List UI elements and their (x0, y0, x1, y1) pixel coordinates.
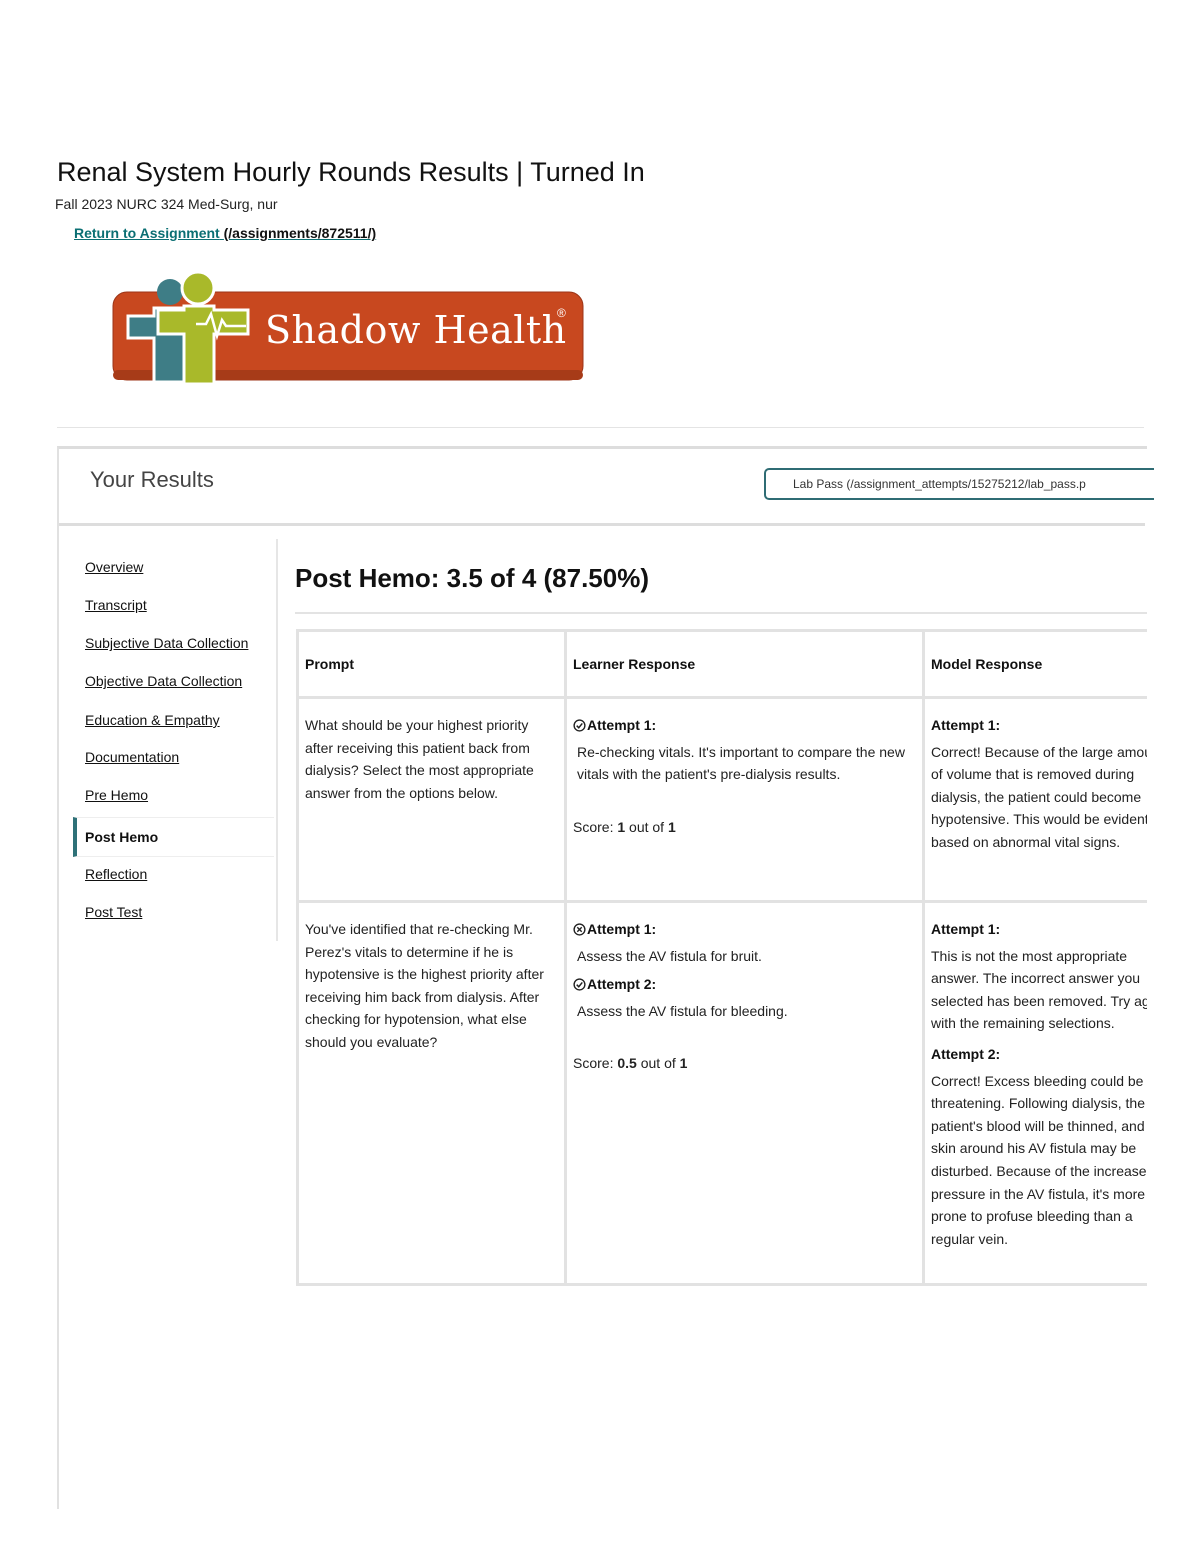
score-prefix: Score: (573, 818, 618, 835)
attempt-label: Attempt 2: (573, 973, 916, 996)
model-response-cell: Attempt 1: Correct! Because of the large… (922, 696, 1147, 903)
nav-item-post-test[interactable]: Post Test (85, 904, 142, 920)
prompt-text: What should be your highest priority aft… (305, 717, 534, 801)
attempt-response-text: Re-checking vitals. It's important to co… (577, 743, 905, 783)
score-prefix: Score: (573, 1055, 618, 1072)
lab-pass-button[interactable]: Lab Pass (/assignment_attempts/15275212/… (764, 468, 1154, 500)
prompt-cell: What should be your highest priority aft… (296, 696, 567, 903)
learner-response-cell: Attempt 1: Assess the AV fistula for bru… (564, 900, 925, 1286)
attempt-label-text: Attempt 2: (587, 976, 657, 993)
attempt-label: Attempt 1: (573, 714, 916, 737)
prompt-text: You've identified that re-checking Mr. P… (305, 921, 544, 1050)
nav-item-reflection[interactable]: Reflection (85, 866, 147, 882)
column-header-model-response: Model Response (922, 629, 1147, 699)
table-row: What should be your highest priority aft… (296, 696, 1147, 903)
return-link-path: (/assignments/872511/) (223, 225, 377, 241)
score-max: 1 (679, 1055, 688, 1072)
your-results-title: Your Results (90, 467, 214, 492)
score-line: Score: 1 out of 1 (573, 816, 916, 839)
course-subtitle: Fall 2023 NURC 324 Med-Surg, nur (55, 196, 278, 212)
nav-item-pre-hemo[interactable]: Pre Hemo (85, 787, 148, 803)
model-attempt-text: Correct! Because of the large amount of … (931, 743, 1147, 850)
results-header: Your Results Lab Pass (/assignment_attem… (59, 449, 1154, 526)
logo-registered-mark: ® (557, 306, 566, 320)
page-title: Renal System Hourly Rounds Results | Tur… (57, 157, 645, 187)
model-attempt-label: Attempt 2: (931, 1045, 1001, 1062)
model-attempt-text: Correct! Excess bleeding could be life-t… (931, 1072, 1147, 1247)
learner-response-cell: Attempt 1: Re-checking vitals. It's impo… (564, 696, 925, 903)
table-row: You've identified that re-checking Mr. P… (296, 900, 1147, 1286)
score-mid: out of (636, 1055, 680, 1072)
model-attempt-text: This is not the most appropriate answer.… (931, 947, 1147, 1032)
attempt-label-text: Attempt 1: (587, 717, 657, 733)
section-divider (295, 612, 1147, 614)
score-value: 1 (617, 818, 626, 835)
section-title: Post Hemo: 3.5 of 4 (87.50%) (295, 563, 649, 593)
attempt-response-text: Assess the AV fistula for bleeding. (577, 1002, 788, 1019)
column-header-prompt: Prompt (296, 629, 567, 699)
score-mid: out of (625, 818, 668, 835)
attempt-label: Attempt 1: (573, 918, 916, 941)
nav-item-objective-data-collection[interactable]: Objective Data Collection (85, 673, 242, 689)
score-max: 1 (667, 818, 676, 835)
model-response-cell: Attempt 1: This is not the most appropri… (922, 900, 1147, 1286)
nav-item-documentation[interactable]: Documentation (85, 749, 179, 765)
results-panel: Your Results Lab Pass (/assignment_attem… (57, 446, 1154, 1509)
return-link-label: Return to Assignment (74, 225, 220, 241)
logo-text: Shadow Health (265, 308, 567, 352)
model-attempt-label: Attempt 1: (931, 717, 1001, 733)
table-header-row: Prompt Learner Response Model Response (296, 629, 1147, 699)
prompt-cell: You've identified that re-checking Mr. P… (296, 900, 567, 1286)
model-attempt-label: Attempt 1: (931, 921, 1001, 937)
check-circle-icon (573, 719, 586, 732)
score-value: 0.5 (617, 1055, 637, 1072)
return-to-assignment-link[interactable]: Return to Assignment (/assignments/87251… (74, 225, 376, 241)
results-table: Prompt Learner Response Model Response W… (296, 629, 1147, 1286)
check-circle-icon (573, 978, 586, 991)
nav-item-transcript[interactable]: Transcript (85, 597, 147, 613)
nav-item-overview[interactable]: Overview (85, 559, 143, 575)
attempt-response-text: Assess the AV fistula for bruit. (577, 947, 762, 964)
header-divider (57, 427, 1144, 428)
results-main-content: Post Hemo: 3.5 of 4 (87.50%) Prompt Lear… (295, 549, 1147, 1309)
nav-item-subjective-data-collection[interactable]: Subjective Data Collection (85, 635, 248, 651)
results-sidebar-nav: Overview Transcript Subjective Data Coll… (73, 539, 278, 941)
column-header-learner-response: Learner Response (564, 629, 925, 699)
shadow-health-logo: Shadow Health ® (108, 270, 588, 400)
nav-item-post-hemo[interactable]: Post Hemo (73, 817, 274, 857)
attempt-label-text: Attempt 1: (587, 921, 657, 937)
nav-item-education-empathy[interactable]: Education & Empathy (85, 712, 220, 728)
score-line: Score: 0.5 out of 1 (573, 1052, 916, 1075)
x-circle-icon (573, 923, 586, 936)
